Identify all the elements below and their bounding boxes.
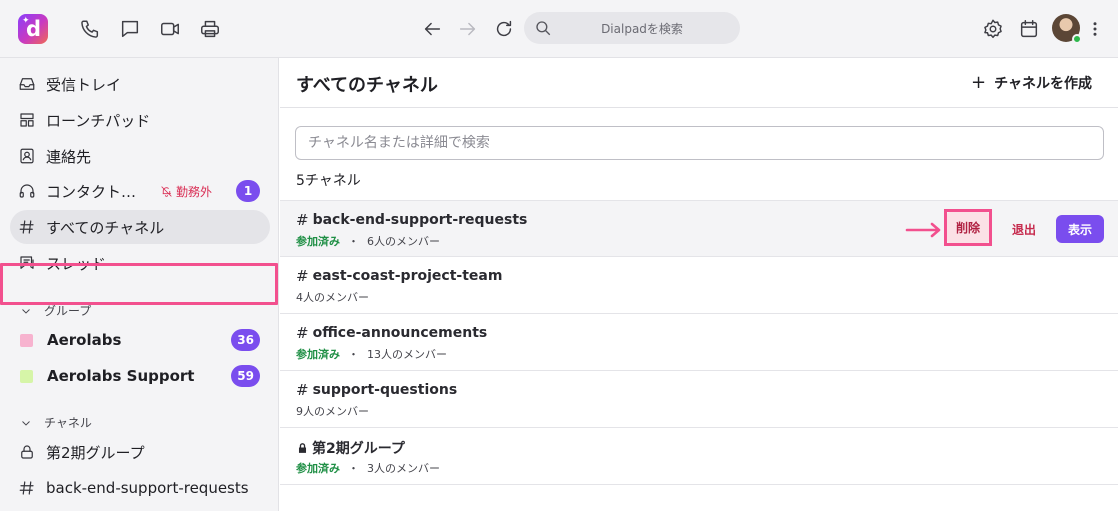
highlight-box-all-channels <box>0 263 278 305</box>
sidebar-item-inbox[interactable]: 受信トレイ <box>10 67 270 101</box>
channel-meta: 参加済み ・ 3人のメンバー <box>296 460 440 476</box>
settings-icon[interactable] <box>981 17 1005 41</box>
channel-meta: 参加済み ・ 13人のメンバー <box>296 346 447 362</box>
sidebar-item-label: すべてのチャネル <box>46 218 165 237</box>
sidebar-channel-label: back-end-support-requests <box>46 479 249 497</box>
sidebar-item-label: 連絡先 <box>46 147 92 166</box>
online-status-dot <box>1072 34 1082 44</box>
unread-badge: 59 <box>231 365 260 387</box>
global-search[interactable]: Dialpadを検索 <box>524 12 740 44</box>
channels-section-header[interactable]: チャネル <box>20 414 92 431</box>
unread-badge: 36 <box>231 329 260 351</box>
fax-icon[interactable] <box>198 17 222 41</box>
hash-icon: # <box>296 211 309 229</box>
top-bar: ✦ d Dialpadを検索 <box>0 0 1118 58</box>
channel-row[interactable]: # support-questions 9人のメンバー <box>280 371 1118 428</box>
channel-search-field[interactable] <box>295 126 1104 160</box>
main-header: すべてのチャネル + チャネルを作成 <box>280 58 1118 108</box>
search-icon <box>536 21 551 36</box>
create-channel-button[interactable]: + チャネルを作成 <box>971 72 1092 93</box>
separator: ・ <box>348 348 359 361</box>
sidebar-channel-back-end-support-requests[interactable]: back-end-support-requests <box>10 471 270 505</box>
sidebar-group-aerolabs[interactable]: Aerolabs 36 <box>10 323 270 357</box>
hash-icon <box>16 216 38 238</box>
channel-meta: 参加済み ・ 6人のメンバー <box>296 233 440 249</box>
chevron-down-icon <box>22 308 30 314</box>
sidebar-channel-2nd-term-group[interactable]: 第2期グループ <box>10 435 270 469</box>
unread-badge: 1 <box>236 180 260 202</box>
joined-status: 参加済み <box>296 348 340 361</box>
bell-off-icon <box>161 185 172 197</box>
sidebar-group-aerolabs-support[interactable]: Aerolabs Support 59 <box>10 359 270 393</box>
launchpad-icon <box>16 109 38 131</box>
contacts-icon <box>16 145 38 167</box>
inbox-icon <box>16 73 38 95</box>
sidebar-item-label: コンタクト… <box>46 182 137 201</box>
group-color-swatch <box>20 369 33 383</box>
channel-name: # east-coast-project-team <box>296 267 503 285</box>
member-count: 3人のメンバー <box>367 462 440 475</box>
sidebar-item-contact-center[interactable]: コンタクト… 勤務外 1 <box>10 174 270 208</box>
member-count: 13人のメンバー <box>367 348 447 361</box>
channel-name: 第2期グループ <box>296 438 405 458</box>
forward-icon[interactable] <box>456 17 480 41</box>
member-count: 9人のメンバー <box>296 405 369 418</box>
sidebar-item-launchpad[interactable]: ローンチパッド <box>10 103 270 137</box>
plus-icon: + <box>971 72 987 93</box>
sidebar-channel-label: 第2期グループ <box>46 443 145 462</box>
member-count: 6人のメンバー <box>367 235 440 248</box>
back-icon[interactable] <box>420 17 444 41</box>
channel-meta: 4人のメンバー <box>296 289 369 305</box>
channel-name: # support-questions <box>296 381 458 399</box>
sidebar-item-label: 受信トレイ <box>46 75 122 94</box>
channel-row[interactable]: 第2期グループ 参加済み ・ 3人のメンバー <box>280 428 1118 485</box>
channel-row[interactable]: # office-announcements 参加済み ・ 13人のメンバー <box>280 314 1118 371</box>
delete-button[interactable]: 削除 <box>947 212 989 243</box>
sidebar-item-all-channels[interactable]: すべてのチャネル <box>10 210 270 244</box>
calendar-icon[interactable] <box>1017 17 1041 41</box>
hash-icon: # <box>296 324 309 342</box>
joined-status: 参加済み <box>296 462 340 475</box>
hash-icon: # <box>296 267 309 285</box>
reload-icon[interactable] <box>492 17 516 41</box>
arrow-right-icon <box>905 222 943 238</box>
channel-search-input[interactable] <box>296 127 1103 159</box>
search-placeholder: Dialpadを検索 <box>601 22 683 36</box>
chevron-down-icon <box>22 420 30 426</box>
separator: ・ <box>348 235 359 248</box>
avatar[interactable] <box>1052 14 1082 44</box>
channel-count: 5チャネル <box>296 173 361 189</box>
video-icon[interactable] <box>158 17 182 41</box>
hash-icon: # <box>296 381 309 399</box>
channel-meta: 9人のメンバー <box>296 403 369 419</box>
dialpad-logo[interactable]: ✦ d <box>18 14 48 44</box>
separator: ・ <box>348 462 359 475</box>
leave-button[interactable]: 退出 <box>1008 215 1040 243</box>
phone-icon[interactable] <box>78 17 102 41</box>
joined-status: 参加済み <box>296 235 340 248</box>
channel-name: # back-end-support-requests <box>296 211 528 229</box>
channel-name: # office-announcements <box>296 324 488 342</box>
lock-icon <box>16 441 38 463</box>
more-icon[interactable] <box>1086 17 1104 41</box>
sidebar: 受信トレイ ローンチパッド 連絡先 コンタクト… 勤務外 1 すべてのチャネル <box>0 58 279 511</box>
view-button[interactable]: 表示 <box>1056 215 1104 243</box>
channel-row[interactable]: # back-end-support-requests 参加済み ・ 6人のメン… <box>280 200 1118 257</box>
group-label: Aerolabs Support <box>47 367 195 385</box>
page-title: すべてのチャネル <box>296 75 438 96</box>
off-duty-status: 勤務外 <box>160 183 212 200</box>
group-color-swatch <box>20 333 33 347</box>
headset-icon <box>16 180 38 202</box>
channel-row[interactable]: # east-coast-project-team 4人のメンバー <box>280 257 1118 314</box>
sidebar-item-contacts[interactable]: 連絡先 <box>10 139 270 173</box>
group-label: Aerolabs <box>47 331 122 349</box>
main-panel: すべてのチャネル + チャネルを作成 5チャネル # back-end-supp… <box>280 58 1118 511</box>
hash-icon <box>16 477 38 499</box>
lock-icon <box>298 443 307 453</box>
chat-icon[interactable] <box>118 17 142 41</box>
member-count: 4人のメンバー <box>296 291 369 304</box>
sidebar-item-label: ローンチパッド <box>46 111 151 130</box>
